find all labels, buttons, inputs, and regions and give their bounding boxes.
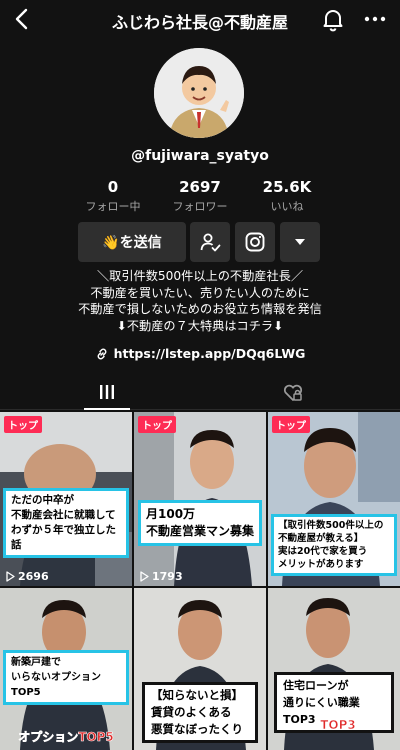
following-count: 0 — [107, 178, 119, 196]
tab-videos[interactable] — [84, 376, 130, 410]
instagram-button[interactable] — [235, 222, 275, 262]
profile-actions: 👋を送信 — [78, 222, 323, 262]
video-thumbnail[interactable]: トップ 【取引件数500件以上の 不動産屋が教える】 実は20代で家を買う メリ… — [268, 412, 400, 586]
video-caption: 新築戸建で いらないオプションTOP5 — [3, 650, 129, 705]
video-caption: 【取引件数500件以上の 不動産屋が教える】 実は20代で家を買う メリットがあ… — [271, 514, 397, 576]
video-caption-text: 新築戸建で いらないオプションTOP5 — [11, 657, 101, 698]
caret-down-icon — [295, 239, 305, 245]
play-icon — [140, 571, 149, 582]
bio-line: 不動産を買いたい、売りたい人のために — [90, 285, 310, 300]
play-count: 1793 — [140, 570, 183, 583]
link-icon — [97, 348, 106, 359]
send-wave-button[interactable]: 👋を送信 — [78, 222, 186, 262]
following-label: フォロー中 — [85, 200, 141, 213]
followers-count: 2697 — [179, 178, 221, 196]
add-friend-button[interactable] — [190, 222, 230, 262]
video-caption: 月100万 不動産営業マン募集 — [138, 500, 262, 546]
likes-stat[interactable]: 25.6K いいね — [244, 178, 330, 218]
instagram-icon — [245, 232, 265, 252]
video-grid: トップ ただの中卒が 不動産会社に就職して わずか５年で独立した話 2696 ト… — [0, 412, 400, 750]
bell-icon[interactable] — [320, 6, 346, 32]
suggested-dropdown-button[interactable] — [280, 222, 320, 262]
video-banner: TOP3 — [320, 718, 356, 733]
video-caption-text: 【取引件数500件以上の 不動産屋が教える】 実は20代で家を買う メリットがあ… — [278, 520, 384, 570]
video-caption-text: 月100万 不動産営業マン募集 — [146, 507, 255, 538]
video-caption: ただの中卒が 不動産会社に就職して わずか５年で独立した話 — [3, 488, 129, 558]
bio: ＼取引件数500件以上の不動産社長／ 不動産を買いたい、売りたい人のために 不動… — [0, 268, 400, 334]
video-thumbnail[interactable]: 新築戸建で いらないオプションTOP5 オプションTOP5 — [0, 588, 132, 750]
bio-link[interactable]: https://lstep.app/DQq6LWG — [0, 346, 400, 361]
person-check-icon — [200, 233, 221, 252]
play-count-value: 2696 — [18, 570, 49, 583]
following-stat[interactable]: 0 フォロー中 — [70, 178, 156, 218]
video-thumbnail[interactable]: トップ 月100万 不動産営業マン募集 1793 — [134, 412, 266, 586]
video-thumbnail[interactable]: 【知らないと損】 賃貸のよくある 悪質なぼったくり — [134, 588, 266, 750]
stats-row: 0 フォロー中 2697 フォロワー 25.6K いいね — [70, 178, 330, 218]
likes-label: いいね — [270, 200, 304, 213]
bio-line: ＼取引件数500件以上の不動産社長／ — [96, 269, 304, 283]
pinned-top-badge: トップ — [272, 416, 310, 433]
bio-line: ⬇︎不動産の７大特典はコチラ⬇︎ — [116, 318, 284, 333]
bio-link-text: https://lstep.app/DQq6LWG — [113, 346, 306, 361]
play-icon — [6, 571, 15, 582]
play-count: 2696 — [6, 570, 49, 583]
thumbnail-image — [134, 412, 266, 586]
username: @fujiwara_syatyo — [131, 148, 269, 164]
tab-liked[interactable] — [270, 376, 316, 410]
video-thumbnail[interactable]: トップ ただの中卒が 不動産会社に就職して わずか５年で独立した話 2696 — [0, 412, 132, 586]
play-count-value: 1793 — [152, 570, 183, 583]
bio-line: 不動産で損しないためのお役立ち情報を発信 — [78, 302, 322, 316]
hidden-heart-icon — [283, 384, 303, 401]
video-thumbnail[interactable]: 住宅ローンが 通りにくい職業TOP3 TOP3 — [268, 588, 400, 750]
top-bar: ふじわら社長@不動産屋 — [0, 0, 400, 40]
pinned-top-badge: トップ — [138, 416, 176, 433]
followers-stat[interactable]: 2697 フォロワー — [157, 178, 243, 218]
more-options-icon[interactable] — [362, 6, 388, 32]
followers-label: フォロワー — [172, 200, 228, 213]
video-banner: オプションTOP5 — [18, 730, 114, 745]
avatar[interactable] — [154, 48, 244, 138]
profile-tabs — [0, 376, 400, 410]
video-caption-text: 【知らないと損】 賃貸のよくある 悪質なぼったくり — [151, 688, 243, 736]
likes-count: 25.6K — [262, 178, 312, 196]
video-caption: 【知らないと損】 賃貸のよくある 悪質なぼったくり — [142, 682, 258, 743]
video-caption-text: ただの中卒が 不動産会社に就職して わずか５年で独立した話 — [11, 494, 116, 551]
grid-icon — [100, 385, 114, 399]
pinned-top-badge: トップ — [4, 416, 42, 433]
